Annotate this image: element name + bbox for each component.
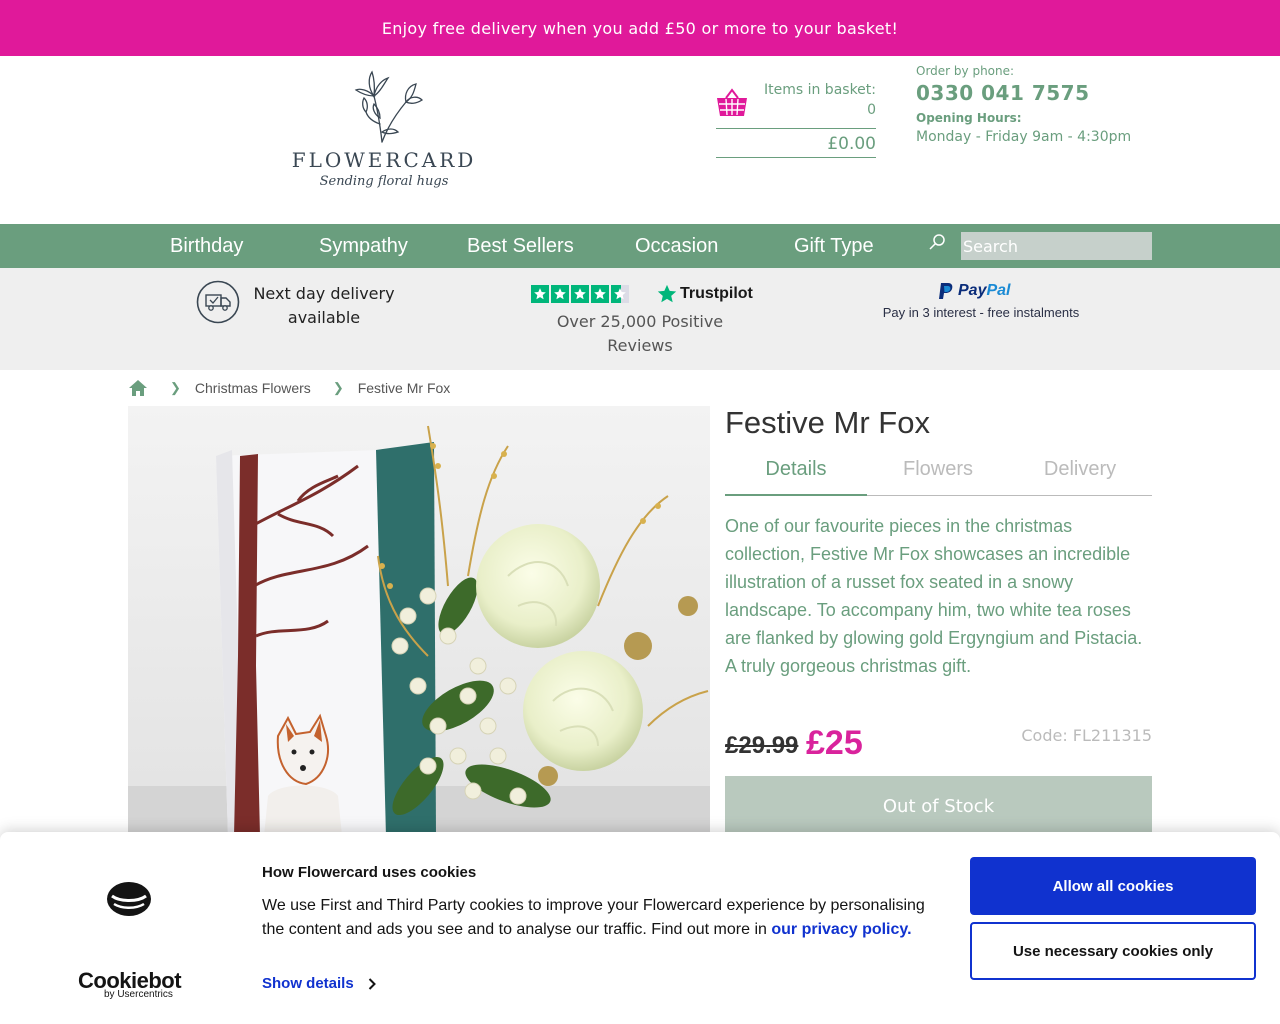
tab-details[interactable]: Details [725,458,867,496]
divider [716,157,876,158]
trust-strip: Next day delivery available Trustpilot O… [0,268,1280,370]
basket-items-count: 0 [867,102,876,118]
product-photo [128,406,710,836]
reviews-count-text: Over 25,000 Positive Reviews [556,312,724,355]
privacy-policy-link[interactable]: our privacy policy. [771,921,911,938]
chevron-right-icon: ❯ [170,380,181,395]
paypal-instalments-text: Pay in 3 interest - free instalments [882,305,1080,320]
breadcrumb-link-christmas-flowers[interactable]: Christmas Flowers [195,380,311,396]
divider [716,128,876,129]
phone-number[interactable]: 0330 041 7575 [916,81,1166,105]
show-details-label: Show details [262,975,354,992]
flower-logo-icon [354,70,424,143]
star-icon [531,285,549,303]
paypal-icon [939,283,953,299]
home-icon[interactable] [128,379,148,397]
sale-price: £25 [806,724,863,762]
star-icon [591,285,609,303]
search-icon[interactable] [928,233,946,251]
search-input[interactable] [961,232,1152,260]
product-title: Festive Mr Fox [725,405,930,440]
tab-delivery[interactable]: Delivery [1009,458,1151,496]
paypal-word-a: Pay [958,282,987,299]
trustpilot-star-icon [657,284,677,303]
main-nav: Birthday Sympathy Best Sellers Occasion … [0,224,1280,268]
cookie-text: We use First and Third Party cookies to … [262,894,942,942]
basket-total: £0.00 [827,134,876,154]
tab-flowers[interactable]: Flowers [867,458,1009,496]
nav-item-sympathy[interactable]: Sympathy [319,224,408,268]
product-tabs: Details Flowers Delivery [725,454,1152,496]
promo-text: Enjoy free delivery when you add £50 or … [381,18,899,38]
cookie-title: How Flowercard uses cookies [262,864,477,881]
trustpilot-logo[interactable]: Trustpilot [656,283,753,305]
product-code: Code: FL211315 [1021,726,1152,745]
basket-items-label: Items in basket: [763,82,876,98]
out-of-stock-button[interactable]: Out of Stock [725,776,1152,836]
chevron-right-icon: ❯ [332,380,344,395]
paypal-logo: PayPal [938,282,1010,300]
half-star-icon [611,285,629,303]
cookiebot-by-text: by Usercentrics [104,989,173,1000]
star-icon [571,285,589,303]
opening-hours-label: Opening Hours: [916,111,1022,125]
delivery-van-icon [196,280,240,324]
product-image[interactable] [128,406,710,836]
opening-hours: Monday - Friday 9am - 4:30pm [916,129,1132,145]
contact-info: Order by phone: 0330 041 7575 Opening Ho… [916,64,1166,145]
product-description: One of our favourite pieces in the chris… [725,516,1143,676]
site-logo[interactable]: FLOWERCARD Sending floral hugs [286,62,482,212]
next-day-delivery-text: Next day delivery available [253,284,395,327]
order-by-phone-label: Order by phone: [916,64,1015,78]
breadcrumb-current: Festive Mr Fox [357,380,451,396]
nav-item-gift-type[interactable]: Gift Type [794,224,874,268]
trustpilot-name: Trustpilot [680,285,753,302]
old-price: £29.99 [725,732,799,759]
cookie-banner: Cookiebot by Usercentrics How Flowercard… [0,832,1280,1024]
nav-item-best-sellers[interactable]: Best Sellers [467,224,574,268]
cookiebot-mark-icon [107,882,151,916]
nav-item-occasion[interactable]: Occasion [635,224,718,268]
site-header: FLOWERCARD Sending floral hugs Items in … [0,56,1280,224]
chevron-right-icon [368,977,376,990]
breadcrumb: ❯ Christmas Flowers ❯ Festive Mr Fox [128,378,450,398]
trustpilot-stars [531,285,629,303]
show-details-link[interactable]: Show details [262,975,376,992]
star-icon [551,285,569,303]
brand-tagline: Sending floral hugs [319,174,449,189]
paypal-wordmark: PayPal [958,282,1010,300]
nav-item-birthday[interactable]: Birthday [170,224,243,268]
allow-all-cookies-button[interactable]: Allow all cookies [970,857,1256,915]
basket-icon [717,88,747,116]
promo-banner: Enjoy free delivery when you add £50 or … [0,0,1280,56]
paypal-word-b: Pal [986,282,1011,299]
necessary-cookies-button[interactable]: Use necessary cookies only [970,922,1256,980]
brand-name: FLOWERCARD [291,148,477,172]
